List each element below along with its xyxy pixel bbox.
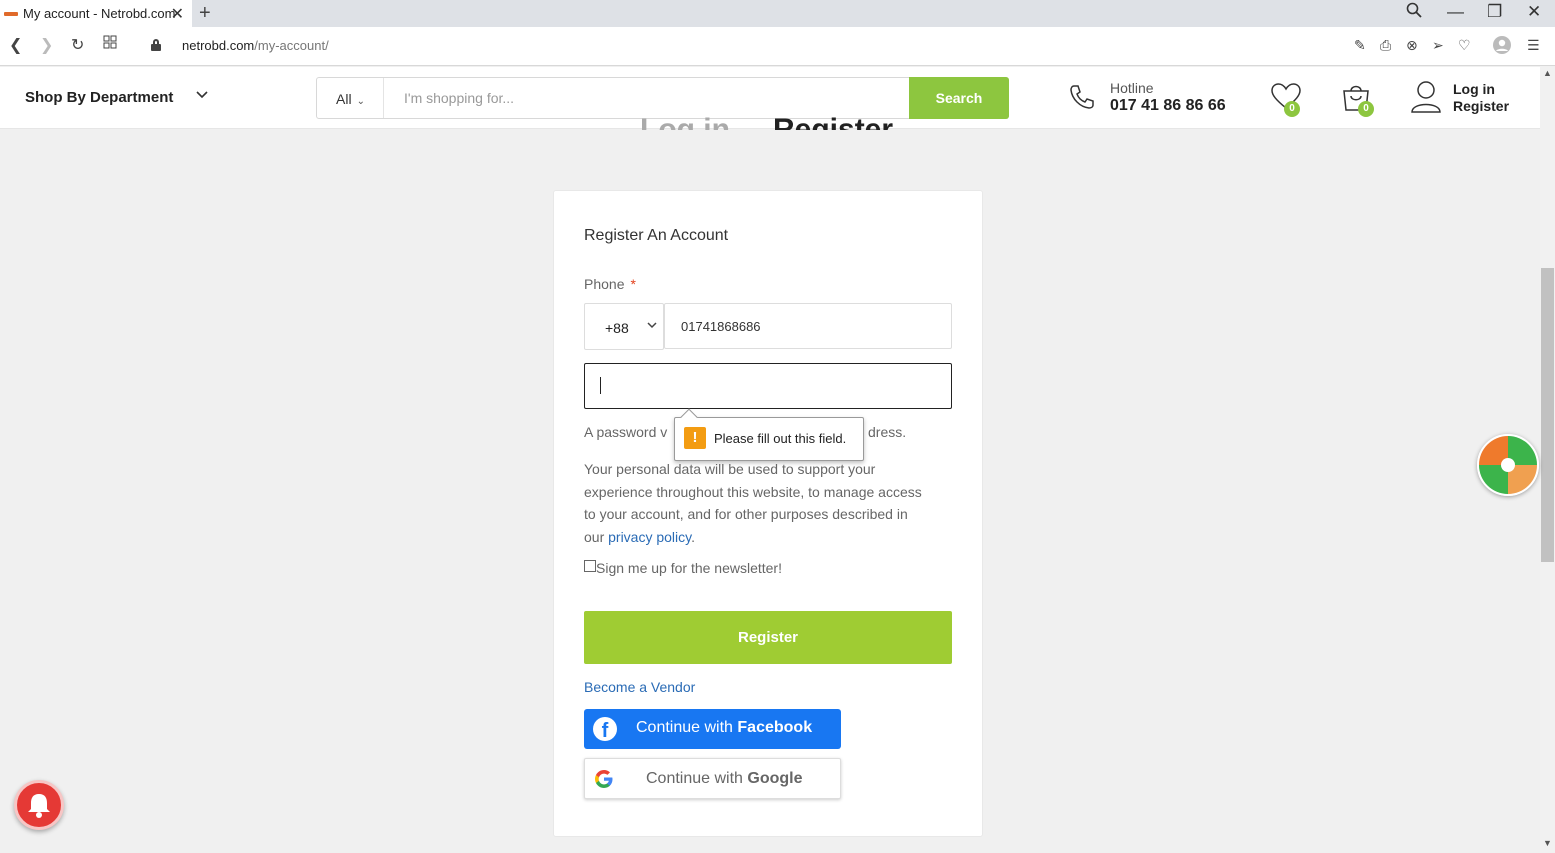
header-login-link[interactable]: Log in: [1453, 81, 1495, 97]
search-category-select[interactable]: All ⌄: [317, 78, 384, 118]
browser-tab-strip: My account - Netrobd.com ✕ + — ❐ ✕: [0, 0, 1555, 27]
google-login-button[interactable]: Continue with Google: [584, 758, 841, 799]
wishlist-count-badge: 0: [1284, 101, 1300, 117]
facebook-brand: Facebook: [737, 719, 813, 736]
adblock-icon[interactable]: ⊗: [1406, 37, 1418, 54]
facebook-icon: f: [593, 717, 617, 741]
url-host: netrobd.com: [182, 38, 255, 53]
snapshot-edit-icon[interactable]: ✎: [1354, 37, 1366, 54]
phone-field[interactable]: [664, 303, 952, 349]
hotline-number[interactable]: 017 41 86 86 66: [1110, 97, 1226, 115]
tooltip-message: Please fill out this field.: [714, 431, 847, 446]
spin-wheel-icon: [1479, 436, 1537, 494]
password-note-start: A password v: [584, 424, 668, 440]
facebook-prefix: Continue with: [636, 719, 733, 736]
close-tab-icon[interactable]: ✕: [171, 4, 184, 24]
tab-login[interactable]: Log in: [640, 112, 730, 130]
phone-icon: [1068, 83, 1096, 111]
chevron-down-icon[interactable]: [196, 89, 208, 103]
google-icon: [594, 769, 614, 789]
google-button-label: Continue with Google: [646, 770, 803, 788]
privacy-policy-link[interactable]: privacy policy: [608, 529, 691, 545]
scrollbar-thumb[interactable]: [1541, 268, 1554, 562]
newsletter-checkbox[interactable]: [584, 560, 596, 572]
search-category-value: All: [336, 91, 352, 107]
lock-icon[interactable]: [151, 39, 161, 51]
browser-tab[interactable]: My account - Netrobd.com ✕: [0, 0, 192, 27]
speed-dial-icon[interactable]: [103, 35, 117, 54]
form-title: Register An Account: [584, 227, 729, 244]
scroll-down-icon[interactable]: ▼: [1543, 838, 1552, 848]
country-code-value: +88: [605, 320, 629, 336]
text-cursor: [600, 377, 601, 394]
become-vendor-link[interactable]: Become a Vendor: [584, 679, 695, 695]
camera-icon[interactable]: ⎙: [1380, 37, 1391, 54]
scroll-up-icon[interactable]: ▲: [1543, 68, 1552, 78]
close-window-icon[interactable]: ✕: [1527, 2, 1541, 22]
search-tabs-icon[interactable]: [1406, 2, 1422, 23]
facebook-button-label: Continue with Facebook: [636, 719, 812, 737]
url-path: /my-account/: [254, 38, 329, 53]
newsletter-label[interactable]: Sign me up for the newsletter!: [596, 560, 782, 576]
restore-icon[interactable]: ❐: [1487, 2, 1502, 22]
validation-tooltip: ! Please fill out this field.: [674, 408, 864, 461]
warning-icon: !: [684, 427, 706, 449]
send-icon[interactable]: ➢: [1432, 37, 1444, 54]
header-register-link[interactable]: Register: [1453, 98, 1509, 114]
hotline-label: Hotline: [1110, 80, 1154, 96]
register-button[interactable]: Register: [584, 611, 952, 664]
site-header: Shop By Department All ⌄ Search Hotline 0…: [0, 67, 1540, 129]
menu-icon[interactable]: ☰: [1527, 37, 1540, 54]
google-prefix: Continue with: [646, 770, 743, 787]
spin-wheel-widget[interactable]: [1477, 434, 1539, 496]
minimize-icon[interactable]: —: [1447, 2, 1464, 22]
notification-bell-button[interactable]: [14, 780, 64, 830]
shop-by-department[interactable]: Shop By Department: [25, 89, 173, 106]
privacy-notice: Your personal data will be used to suppo…: [584, 458, 924, 549]
phone-label: Phone *: [584, 276, 636, 292]
google-brand: Google: [747, 770, 803, 787]
tab-register[interactable]: Register: [773, 112, 893, 130]
password-note-end: dress.: [868, 424, 907, 440]
email-field[interactable]: [584, 363, 952, 409]
country-code-select[interactable]: +88: [584, 303, 664, 350]
profile-icon[interactable]: [1493, 36, 1511, 57]
site-favicon-icon: [4, 11, 18, 16]
forward-icon[interactable]: ❯: [40, 35, 53, 55]
heart-icon[interactable]: ♡: [1458, 37, 1471, 54]
chevron-down-icon: ⌄: [356, 96, 365, 107]
reload-icon[interactable]: ↻: [71, 35, 84, 55]
back-icon[interactable]: ❮: [9, 35, 22, 55]
cart-count-badge: 0: [1358, 101, 1374, 117]
browser-tab-title: My account - Netrobd.com: [23, 6, 176, 21]
chevron-down-icon: [647, 320, 657, 332]
new-tab-icon[interactable]: +: [199, 2, 211, 25]
url-field[interactable]: netrobd.com/my-account/: [182, 38, 329, 53]
user-icon[interactable]: [1410, 80, 1442, 114]
search-button[interactable]: Search: [909, 77, 1009, 119]
required-mark: *: [630, 276, 636, 292]
facebook-login-button[interactable]: f Continue with Facebook: [584, 709, 841, 749]
bell-icon: [28, 794, 50, 818]
privacy-end: .: [691, 529, 696, 546]
phone-label-text: Phone: [584, 276, 625, 292]
address-bar: ❮ ❯ ↻ netrobd.com/my-account/ ✎ ⎙ ⊗ ➢ ♡ …: [0, 27, 1555, 66]
